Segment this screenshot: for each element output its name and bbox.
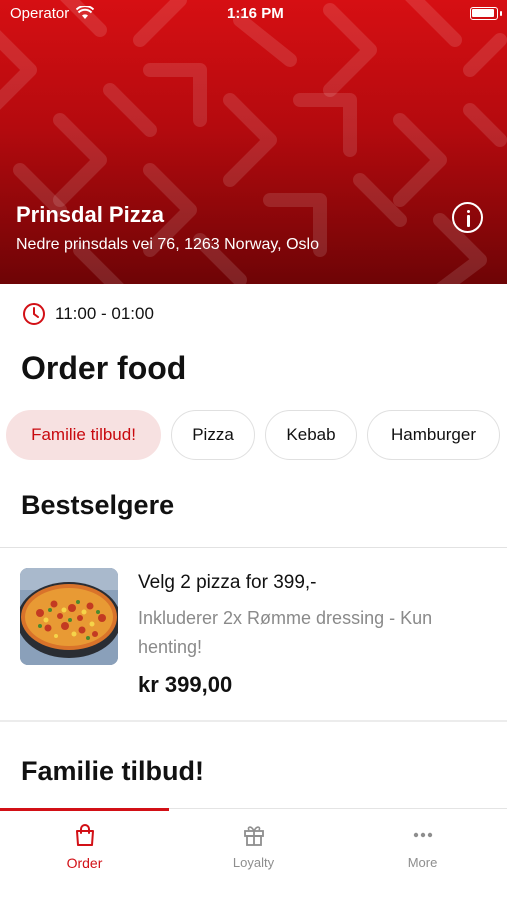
product-item[interactable]: Velg 2 pizza for 399,- Inkluderer 2x Røm… bbox=[0, 548, 507, 720]
battery-icon bbox=[470, 7, 502, 20]
carrier-label: Operator bbox=[10, 5, 70, 22]
info-icon[interactable] bbox=[452, 202, 483, 233]
tab-more[interactable]: More bbox=[338, 821, 507, 881]
product-description: Inkluderer 2x Rømme dressing - Kun henti… bbox=[138, 608, 433, 657]
pizza-image bbox=[20, 568, 118, 665]
more-dots-icon bbox=[413, 832, 432, 838]
category-chips: Familie tilbud! Pizza Kebab Hamburger bbox=[6, 410, 500, 460]
category-chip-familie-tilbud[interactable]: Familie tilbud! bbox=[6, 410, 161, 460]
category-chip-pizza[interactable]: Pizza bbox=[171, 410, 255, 460]
opening-hours-text: 11:00 - 01:00 bbox=[55, 304, 154, 323]
page-title: Order food bbox=[21, 350, 187, 386]
shopping-bag-icon bbox=[75, 824, 94, 846]
restaurant-address: Nedre prinsdals vei 76, 1263 Norway, Osl… bbox=[16, 236, 319, 253]
family-offers-heading: Familie tilbud! bbox=[21, 756, 205, 786]
category-chip-kebab[interactable]: Kebab bbox=[265, 410, 357, 460]
clock-icon bbox=[23, 303, 45, 325]
tab-bar: Order Loyalty More bbox=[0, 808, 507, 900]
gift-icon bbox=[243, 826, 264, 846]
clock-time: 1:16 PM bbox=[227, 5, 284, 22]
tab-loyalty[interactable]: Loyalty bbox=[169, 821, 338, 881]
bestsellers-heading: Bestselgere bbox=[21, 490, 175, 520]
wifi-icon bbox=[76, 6, 94, 19]
product-price: kr 399,00 bbox=[138, 672, 233, 697]
opening-hours: 11:00 - 01:00 bbox=[22, 302, 154, 326]
tab-loyalty-label: Loyalty bbox=[232, 855, 275, 870]
tab-more-label: More bbox=[407, 855, 438, 870]
product-name: Velg 2 pizza for 399,- bbox=[138, 572, 317, 593]
restaurant-name: Prinsdal Pizza bbox=[16, 202, 164, 227]
restaurant-header: Operator 1:16 PM Prinsdal Pizza Nedre pr… bbox=[0, 0, 507, 284]
category-chip-hamburger[interactable]: Hamburger bbox=[367, 410, 500, 460]
tab-order[interactable]: Order bbox=[0, 821, 169, 881]
status-bar: Operator 1:16 PM bbox=[0, 0, 507, 28]
divider bbox=[0, 720, 507, 722]
tab-order-label: Order bbox=[66, 855, 103, 871]
active-tab-indicator bbox=[0, 808, 169, 811]
